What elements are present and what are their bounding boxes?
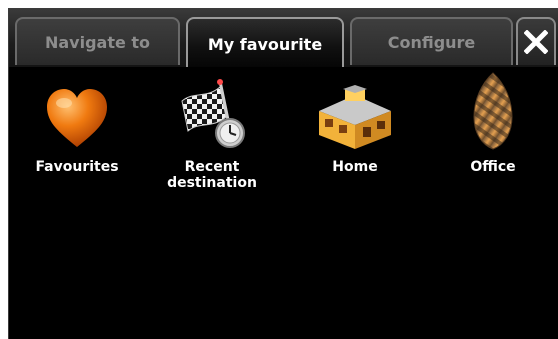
navigation-screen: Navigate to My favourite Configure Favou… [8, 8, 558, 339]
house-icon [315, 73, 395, 151]
recent-destination-label: Recent destination [167, 159, 257, 191]
home-item[interactable]: Home [295, 73, 415, 213]
favourites-label: Favourites [35, 159, 119, 175]
tab-configure[interactable]: Configure [350, 17, 513, 65]
tab-my-favourite[interactable]: My favourite [186, 17, 344, 69]
tab-bar: Navigate to My favourite Configure [9, 9, 558, 69]
tab-navigate-to[interactable]: Navigate to [15, 17, 180, 65]
checkered-flag-clock-icon [172, 73, 252, 151]
office-tower-icon [453, 72, 533, 151]
office-label: Office [470, 159, 516, 175]
office-item[interactable]: Office [433, 72, 553, 213]
favourites-item[interactable]: Favourites [17, 73, 137, 213]
recent-destination-item[interactable]: Recent destination [152, 73, 272, 213]
favourites-panel: Favourites Recent destination Home Offic… [9, 67, 558, 339]
heart-icon [37, 73, 117, 151]
close-button[interactable] [516, 17, 556, 65]
home-label: Home [332, 159, 378, 175]
close-icon [524, 30, 548, 54]
